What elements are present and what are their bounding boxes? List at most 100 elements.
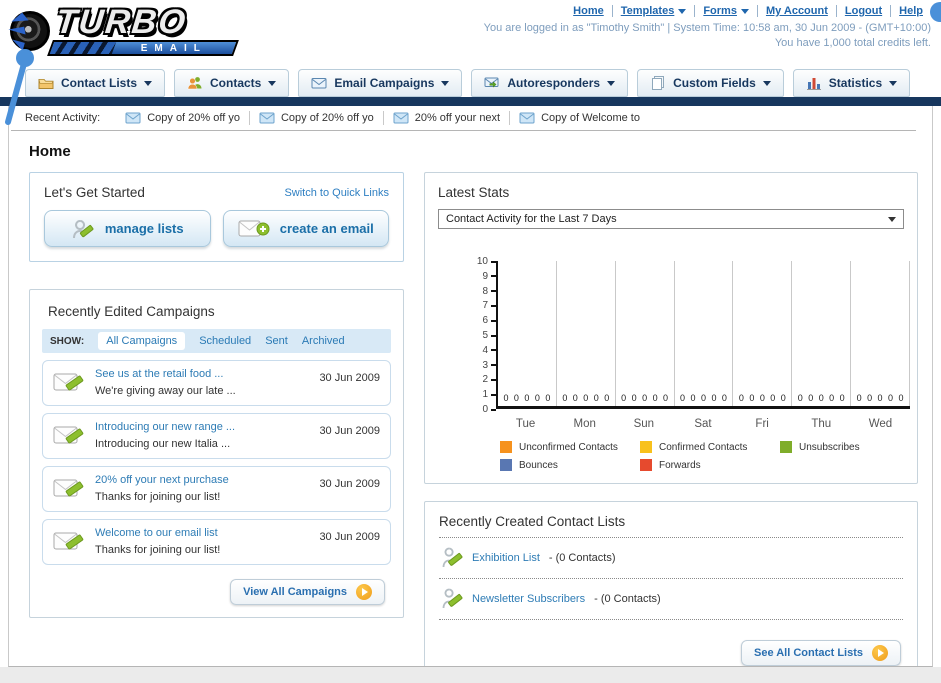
logo-title: TURBO [54,3,189,41]
get-started-panel: Let's Get Started Switch to Quick Links … [29,172,404,262]
campaign-subtitle: We're giving away our late ... [95,385,236,397]
footer-strip [0,667,941,683]
top-nav: Home Templates Forms My Account Logout H… [565,5,931,17]
turbo-email-logo: TURBO EMAIL [6,3,246,61]
legend-swatch-icon [640,441,652,453]
nav-link-help[interactable]: Help [899,5,923,17]
campaign-row: Introducing our new range ... Introducin… [42,413,391,459]
tab-contacts[interactable]: Contacts [174,69,290,97]
tab-custom-fields[interactable]: Custom Fields [637,69,784,97]
recent-activity-item: Copy of Welcome to [510,111,649,125]
chart-x-labels: Tue Mon Sun Sat Fri Thu Wed [496,418,910,430]
content-area: Recent Activity: Copy of 20% off yo Copy… [8,106,933,667]
contact-list-link[interactable]: Newsletter Subscribers [472,593,585,605]
legend-swatch-icon [500,441,512,453]
campaign-date: 30 Jun 2009 [319,531,380,543]
tab-email-campaigns[interactable]: Email Campaigns [298,69,463,97]
chevron-down-icon [740,8,749,14]
header: TURBO EMAIL Home Templates Forms My Acco… [0,0,941,68]
latest-stats-panel: Latest Stats Contact Activity for the La… [424,172,918,484]
chart-day-group: 00000 [498,261,557,406]
campaign-subtitle: Thanks for joining our list! [95,544,221,556]
chart-day-group: 00000 [851,261,911,406]
legend-item: Forwards [640,459,780,471]
legend-swatch-icon [640,459,652,471]
nav-link-my-account[interactable]: My Account [766,5,828,17]
logo-stripes [49,42,117,54]
get-started-title: Let's Get Started [44,185,145,200]
contact-list-link[interactable]: Exhibition List [472,552,540,564]
report-select-value: Contact Activity for the Last 7 Days [446,213,617,225]
envelope-icon [393,112,409,124]
nav-link-logout[interactable]: Logout [845,5,882,17]
contact-list-row: Newsletter Subscribers - (0 Contacts) [439,579,903,620]
nav-link-forms[interactable]: Forms [703,5,749,17]
filter-scheduled[interactable]: Scheduled [199,335,251,347]
recently-edited-campaigns-panel: Recently Edited Campaigns SHOW: All Camp… [29,289,404,618]
chart-day-group: 00000 [675,261,734,406]
y-axis-tick: 3 [482,360,496,371]
campaign-title-link[interactable]: 20% off your next purchase [95,473,229,488]
recently-created-contact-lists-panel: Recently Created Contact Lists Exhibitio… [424,501,918,666]
x-axis-label: Fri [755,418,769,430]
filter-sent[interactable]: Sent [265,335,288,347]
view-all-campaigns-button[interactable]: View All Campaigns [230,579,385,605]
tab-contact-lists[interactable]: Contact Lists [25,69,166,97]
campaign-date: 30 Jun 2009 [319,425,380,437]
legend-item: Unconfirmed Contacts [500,441,640,453]
autoresponders-icon [484,77,499,88]
recent-activity-item: Copy of 20% off yo [116,111,250,125]
filter-all-campaigns[interactable]: All Campaigns [98,332,186,350]
filter-archived[interactable]: Archived [302,335,345,347]
logo-banner: EMAIL [47,40,239,56]
chevron-down-icon [888,216,896,222]
main-nav-tabs: Contact Lists Contacts Email Campaigns A… [0,68,941,97]
session-info: You are logged in as "Timothy Smith" | S… [484,21,931,51]
y-axis-tick: 4 [482,345,496,356]
contacts-icon [187,77,202,90]
chevron-down-icon [268,80,277,86]
campaign-title-link[interactable]: Welcome to our email list [95,526,220,541]
envelope-icon [125,112,141,124]
contact-list-count: - (0 Contacts) [548,552,616,564]
campaign-date: 30 Jun 2009 [319,372,380,384]
chevron-down-icon [889,80,898,86]
switch-quick-links-link[interactable]: Switch to Quick Links [284,187,389,199]
campaign-date: 30 Jun 2009 [319,478,380,490]
y-axis-tick: 10 [477,256,496,267]
person-pencil-icon [442,588,463,609]
tab-statistics[interactable]: Statistics [792,69,911,97]
chevron-down-icon [762,80,771,86]
chevron-down-icon [144,80,153,86]
email-campaigns-icon [311,78,327,89]
campaign-subtitle: Introducing our new Italia ... [95,438,231,450]
envelope-pencil-icon [53,373,84,391]
envelope-icon [259,112,275,124]
chevron-down-icon [441,80,450,86]
campaign-title-link[interactable]: See us at the retail food ... [95,367,236,382]
legend-item: Unsubscribes [780,441,920,453]
chart-day-group: 00000 [616,261,675,406]
x-axis-label: Thu [811,418,832,430]
campaign-title-link[interactable]: Introducing our new range ... [95,420,235,435]
nav-link-home[interactable]: Home [573,5,604,17]
see-all-contact-lists-button[interactable]: See All Contact Lists [740,640,901,666]
latest-stats-title: Latest Stats [438,185,510,200]
recent-activity-bar: Recent Activity: Copy of 20% off yo Copy… [11,106,916,131]
contact-lists-title: Recently Created Contact Lists [439,514,626,529]
tab-autoresponders[interactable]: Autoresponders [471,69,629,97]
y-axis-tick: 6 [482,315,496,326]
y-axis-tick: 0 [482,404,496,415]
legend-item: Confirmed Contacts [640,441,780,453]
chart-day-group: 00000 [733,261,793,406]
recent-activity-item: 20% off your next [384,111,511,125]
x-axis-label: Sat [694,418,712,430]
create-email-button[interactable]: create an email [222,210,389,247]
y-axis-tick: 1 [482,389,496,400]
chart-day-group: 00000 [792,261,852,406]
recent-activity-item: Copy of 20% off yo [250,111,384,125]
nav-link-templates[interactable]: Templates [621,5,687,17]
manage-lists-button[interactable]: manage lists [44,210,211,247]
x-axis-label: Sun [633,418,655,430]
report-select[interactable]: Contact Activity for the Last 7 Days [438,209,904,229]
